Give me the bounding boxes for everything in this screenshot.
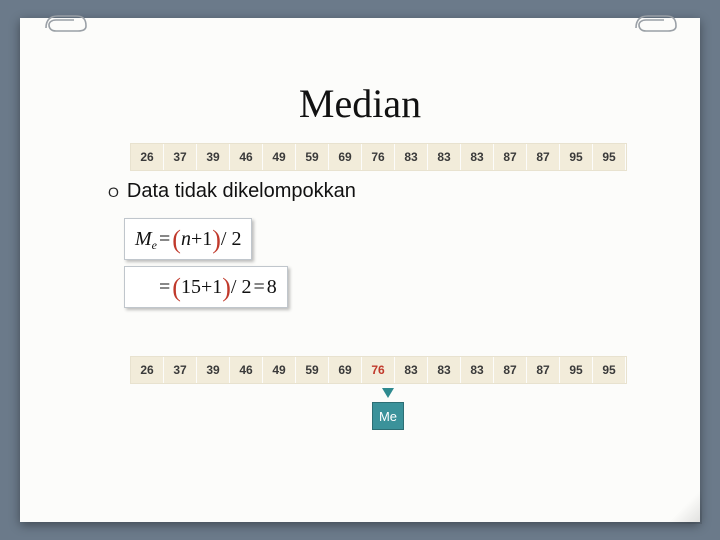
data-cell: 87 <box>494 357 527 383</box>
data-cell: 95 <box>593 357 626 383</box>
div-two-2: / 2 <box>231 276 252 299</box>
sym-M: M <box>135 228 152 251</box>
median-label-box: Me <box>372 402 404 430</box>
formula-general: Me = (n+1)/ 2 <box>124 218 252 260</box>
formula-substituted: Me = (15+1)/ 2 = 8 <box>124 266 288 308</box>
slide: Median 263739464959697683838387879595 O … <box>20 18 700 522</box>
data-cell: 46 <box>230 144 263 170</box>
eq-sign-2: = <box>159 276 170 299</box>
data-cell: 83 <box>461 144 494 170</box>
data-cell: 87 <box>494 144 527 170</box>
data-cell: 95 <box>560 144 593 170</box>
div-two: / 2 <box>221 228 242 251</box>
data-cell: 87 <box>527 357 560 383</box>
page-title: Median <box>20 80 700 127</box>
data-cell: 59 <box>296 357 329 383</box>
data-cell: 83 <box>395 357 428 383</box>
var-n: n <box>181 228 191 251</box>
data-cell: 87 <box>527 144 560 170</box>
data-cell: 26 <box>131 144 164 170</box>
data-cell: 39 <box>197 144 230 170</box>
data-cell: 83 <box>395 144 428 170</box>
eq-sign-3: = <box>253 276 264 299</box>
data-cell: 46 <box>230 357 263 383</box>
bullet-text: Data tidak dikelompokkan <box>127 180 356 203</box>
plus-one: +1 <box>191 228 212 251</box>
data-strip-top: 263739464959697683838387879595 <box>130 143 627 171</box>
bullet: O Data tidak dikelompokkan <box>108 180 356 203</box>
data-cell: 37 <box>164 144 197 170</box>
val-15: 15 <box>181 276 201 299</box>
data-cell: 69 <box>329 357 362 383</box>
data-cell: 37 <box>164 357 197 383</box>
data-cell: 39 <box>197 357 230 383</box>
data-cell: 26 <box>131 357 164 383</box>
data-cell: 83 <box>461 357 494 383</box>
plus-one-2: +1 <box>201 276 222 299</box>
paper-clip-left <box>42 14 88 32</box>
data-cell: 83 <box>428 357 461 383</box>
data-strip-bottom: 263739464959697683838387879595 <box>130 356 627 384</box>
data-cell: 95 <box>560 357 593 383</box>
data-cell: 76 <box>362 144 395 170</box>
eq-sign: = <box>159 228 170 251</box>
data-cell: 76 <box>362 357 395 383</box>
median-indicator: Me <box>368 388 408 430</box>
arrow-down-icon <box>382 388 394 398</box>
bullet-marker: O <box>108 185 119 199</box>
corner-shadow <box>666 488 702 524</box>
paper-clip-right <box>632 14 678 32</box>
answer-8: 8 <box>267 276 277 299</box>
data-cell: 95 <box>593 144 626 170</box>
data-cell: 69 <box>329 144 362 170</box>
data-cell: 49 <box>263 357 296 383</box>
data-cell: 49 <box>263 144 296 170</box>
sym-sub-e: e <box>152 238 157 253</box>
data-cell: 83 <box>428 144 461 170</box>
data-cell: 59 <box>296 144 329 170</box>
